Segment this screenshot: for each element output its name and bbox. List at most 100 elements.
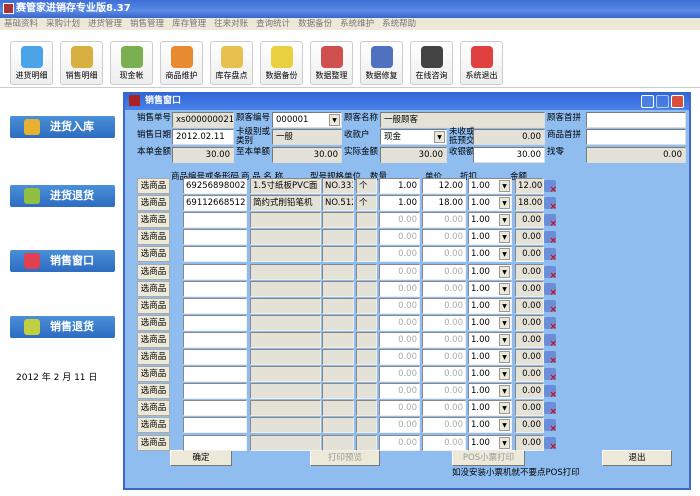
left-nav-button[interactable]: 进货入库 <box>10 116 115 138</box>
cell-price[interactable]: 0.00 <box>422 434 466 451</box>
toolbar-button[interactable]: 商品维护 <box>160 41 203 85</box>
cell-discount[interactable]: 1.00 ▼ <box>468 331 512 348</box>
left-nav-button[interactable]: 销售退货 <box>10 316 115 338</box>
menu-item[interactable]: 系统帮助 <box>378 18 420 30</box>
cell-code[interactable] <box>183 383 247 400</box>
cell-qty[interactable]: 0.00 <box>379 366 420 383</box>
chevron-down-icon[interactable]: ▼ <box>329 114 340 126</box>
cell-discount[interactable]: 1.00 ▼ <box>468 280 512 297</box>
delete-row-icon[interactable] <box>544 402 557 417</box>
delete-row-icon[interactable] <box>544 368 557 383</box>
chevron-down-icon[interactable]: ▼ <box>499 333 510 346</box>
left-nav-button[interactable]: 进货退货 <box>10 185 115 207</box>
menu-item[interactable]: 采购计划 <box>42 18 84 30</box>
maximize-button[interactable] <box>656 95 669 108</box>
cell-price[interactable]: 0.00 <box>422 314 466 331</box>
chevron-down-icon[interactable]: ▼ <box>499 214 510 227</box>
cell-price[interactable]: 12.00 <box>422 178 466 194</box>
cell-code[interactable] <box>183 417 247 434</box>
pick-item-button[interactable]: 选商品 <box>137 331 170 348</box>
cell-discount[interactable]: 1.00 ▼ <box>468 246 512 263</box>
pos-print-button[interactable]: POS小票打印 <box>452 450 525 466</box>
cell-discount[interactable]: 1.00 ▼ <box>468 212 512 229</box>
cell-discount[interactable]: 1.00 ▼ <box>468 178 512 194</box>
cell-qty[interactable]: 0.00 <box>379 297 420 314</box>
cell-code[interactable] <box>183 331 247 348</box>
pick-item-button[interactable]: 选商品 <box>137 314 170 331</box>
cell-discount[interactable]: 1.00 ▼ <box>468 434 512 451</box>
cell-price[interactable]: 0.00 <box>422 366 466 383</box>
cell-code[interactable] <box>183 246 247 263</box>
account-field[interactable]: 现金 ▼ <box>380 129 447 145</box>
toolbar-button[interactable]: 销售明细 <box>60 41 103 85</box>
cell-qty[interactable]: 0.00 <box>379 331 420 348</box>
toolbar-button[interactable]: 数据整理 <box>310 41 353 85</box>
cell-qty[interactable]: 0.00 <box>379 314 420 331</box>
cell-code[interactable]: 6925689800212 <box>183 178 247 194</box>
pick-item-button[interactable]: 选商品 <box>137 246 170 263</box>
cell-discount[interactable]: 1.00 ▼ <box>468 349 512 365</box>
menu-item[interactable]: 往来对账 <box>210 18 252 30</box>
date-field[interactable]: 2012.02.11 <box>172 129 234 145</box>
cell-price[interactable]: 0.00 <box>422 297 466 314</box>
delete-row-icon[interactable] <box>544 197 557 212</box>
chevron-down-icon[interactable]: ▼ <box>499 351 510 363</box>
menu-item[interactable]: 查询统计 <box>252 18 294 30</box>
cell-price[interactable]: 0.00 <box>422 400 466 417</box>
cell-code[interactable] <box>183 434 247 451</box>
pick-item-button[interactable]: 选商品 <box>137 212 170 229</box>
chevron-down-icon[interactable]: ▼ <box>499 299 510 312</box>
cell-discount[interactable]: 1.00 ▼ <box>468 195 512 212</box>
cell-discount[interactable]: 1.00 ▼ <box>468 417 512 434</box>
pick-item-button[interactable]: 选商品 <box>137 417 170 434</box>
chevron-down-icon[interactable]: ▼ <box>499 316 510 329</box>
delete-row-icon[interactable] <box>544 385 557 400</box>
cell-discount[interactable]: 1.00 ▼ <box>468 263 512 280</box>
cell-discount[interactable]: 1.00 ▼ <box>468 400 512 417</box>
sales-window-title-bar[interactable]: 销售窗口 <box>125 92 689 110</box>
pick-item-button[interactable]: 选商品 <box>137 400 170 417</box>
menu-item[interactable]: 数据备份 <box>294 18 336 30</box>
cell-qty[interactable]: 0.00 <box>379 434 420 451</box>
delete-row-icon[interactable] <box>544 351 557 366</box>
chevron-down-icon[interactable]: ▼ <box>499 385 510 398</box>
exit-button[interactable]: 退出 <box>602 450 672 466</box>
confirm-button[interactable]: 确定 <box>170 450 232 466</box>
cell-code[interactable] <box>183 212 247 229</box>
cust-no-field[interactable]: 000001 ▼ <box>272 112 342 128</box>
cell-qty[interactable]: 0.00 <box>379 400 420 417</box>
pick-item-button[interactable]: 选商品 <box>137 178 170 194</box>
delete-row-icon[interactable] <box>544 248 557 263</box>
cell-qty[interactable]: 0.00 <box>379 229 420 246</box>
cell-code[interactable] <box>183 314 247 331</box>
cell-price[interactable]: 0.00 <box>422 263 466 280</box>
chevron-down-icon[interactable]: ▼ <box>434 131 445 143</box>
cell-discount[interactable]: 1.00 ▼ <box>468 366 512 383</box>
toolbar-button[interactable]: 在线咨询 <box>410 41 453 85</box>
menu-item[interactable]: 进货管理 <box>84 18 126 30</box>
toolbar-button[interactable]: 数据修复 <box>360 41 403 85</box>
pick-item-button[interactable]: 选商品 <box>137 263 170 280</box>
pick-item-button[interactable]: 选商品 <box>137 195 170 212</box>
cust-py-field[interactable] <box>586 112 686 128</box>
chevron-down-icon[interactable]: ▼ <box>499 180 510 192</box>
close-button[interactable] <box>671 95 684 108</box>
chevron-down-icon[interactable]: ▼ <box>499 419 510 432</box>
chevron-down-icon[interactable]: ▼ <box>499 282 510 295</box>
delete-row-icon[interactable] <box>544 333 557 349</box>
delete-row-icon[interactable] <box>544 436 557 452</box>
pick-item-button[interactable]: 选商品 <box>137 297 170 314</box>
pick-item-button[interactable]: 选商品 <box>137 229 170 246</box>
cell-qty[interactable]: 0.00 <box>379 263 420 280</box>
print-preview-button[interactable]: 打印预览 <box>310 450 380 466</box>
cell-code[interactable] <box>183 400 247 417</box>
delete-row-icon[interactable] <box>544 231 557 246</box>
cell-qty[interactable]: 0.00 <box>379 280 420 297</box>
left-nav-button[interactable]: 销售窗口 <box>10 250 115 272</box>
cell-price[interactable]: 0.00 <box>422 229 466 246</box>
cell-price[interactable]: 0.00 <box>422 246 466 263</box>
cell-code[interactable] <box>183 229 247 246</box>
delete-row-icon[interactable] <box>544 282 557 298</box>
cell-discount[interactable]: 1.00 ▼ <box>468 229 512 246</box>
menu-item[interactable]: 库存管理 <box>168 18 210 30</box>
